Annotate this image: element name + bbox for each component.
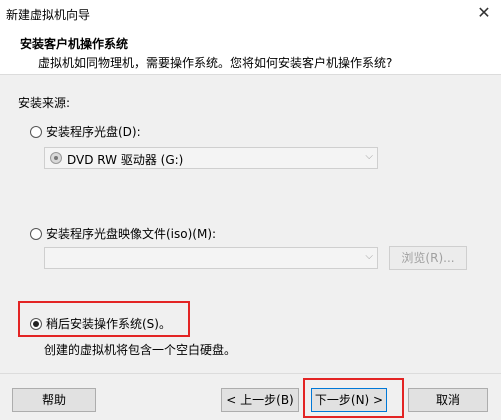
radio-installer-disc[interactable]: 安装程序光盘(D): (30, 123, 141, 140)
next-button[interactable]: 下一步(N) > (311, 388, 387, 412)
chevron-down-icon: ⌵ (365, 151, 373, 162)
close-icon[interactable]: ✕ (473, 3, 495, 23)
install-later-note: 创建的虚拟机将包含一个空白硬盘。 (44, 343, 237, 357)
cancel-button[interactable]: 取消 (408, 388, 488, 412)
installer-disc-label: 安装程序光盘(D): (46, 125, 141, 139)
disc-drive-icon (50, 152, 62, 164)
disc-drive-value: DVD RW 驱动器 (G:) (67, 153, 184, 167)
chevron-down-icon: ⌵ (365, 251, 373, 262)
radio-button[interactable] (30, 125, 42, 138)
install-later-label: 稍后安装操作系统(S)。 (46, 317, 171, 331)
radio-button[interactable] (30, 227, 42, 240)
radio-button-selected[interactable] (30, 317, 42, 330)
help-button[interactable]: 帮助 (12, 388, 96, 412)
radio-iso-image[interactable]: 安装程序光盘映像文件(iso)(M): (30, 225, 216, 242)
install-source-label: 安装来源: (18, 96, 71, 110)
iso-path-select[interactable]: ⌵ (44, 247, 378, 269)
page-title: 安装客户机操作系统 (20, 37, 129, 51)
back-button[interactable]: < 上一步(B) (221, 388, 299, 412)
iso-image-label: 安装程序光盘映像文件(iso)(M): (46, 227, 217, 241)
radio-install-later[interactable]: 稍后安装操作系统(S)。 (30, 315, 171, 332)
footer-divider (0, 373, 501, 374)
browse-button[interactable]: 浏览(R)... (389, 246, 467, 270)
wizard-header: 安装客户机操作系统 虚拟机如同物理机，需要操作系统。您将如何安装客户机操作系统? (0, 28, 501, 75)
title-bar: 新建虚拟机向导 ✕ (0, 0, 501, 28)
window-title: 新建虚拟机向导 (6, 8, 91, 22)
disc-drive-select[interactable]: DVD RW 驱动器 (G:) ⌵ (44, 147, 378, 169)
page-subtitle: 虚拟机如同物理机，需要操作系统。您将如何安装客户机操作系统? (38, 56, 393, 70)
